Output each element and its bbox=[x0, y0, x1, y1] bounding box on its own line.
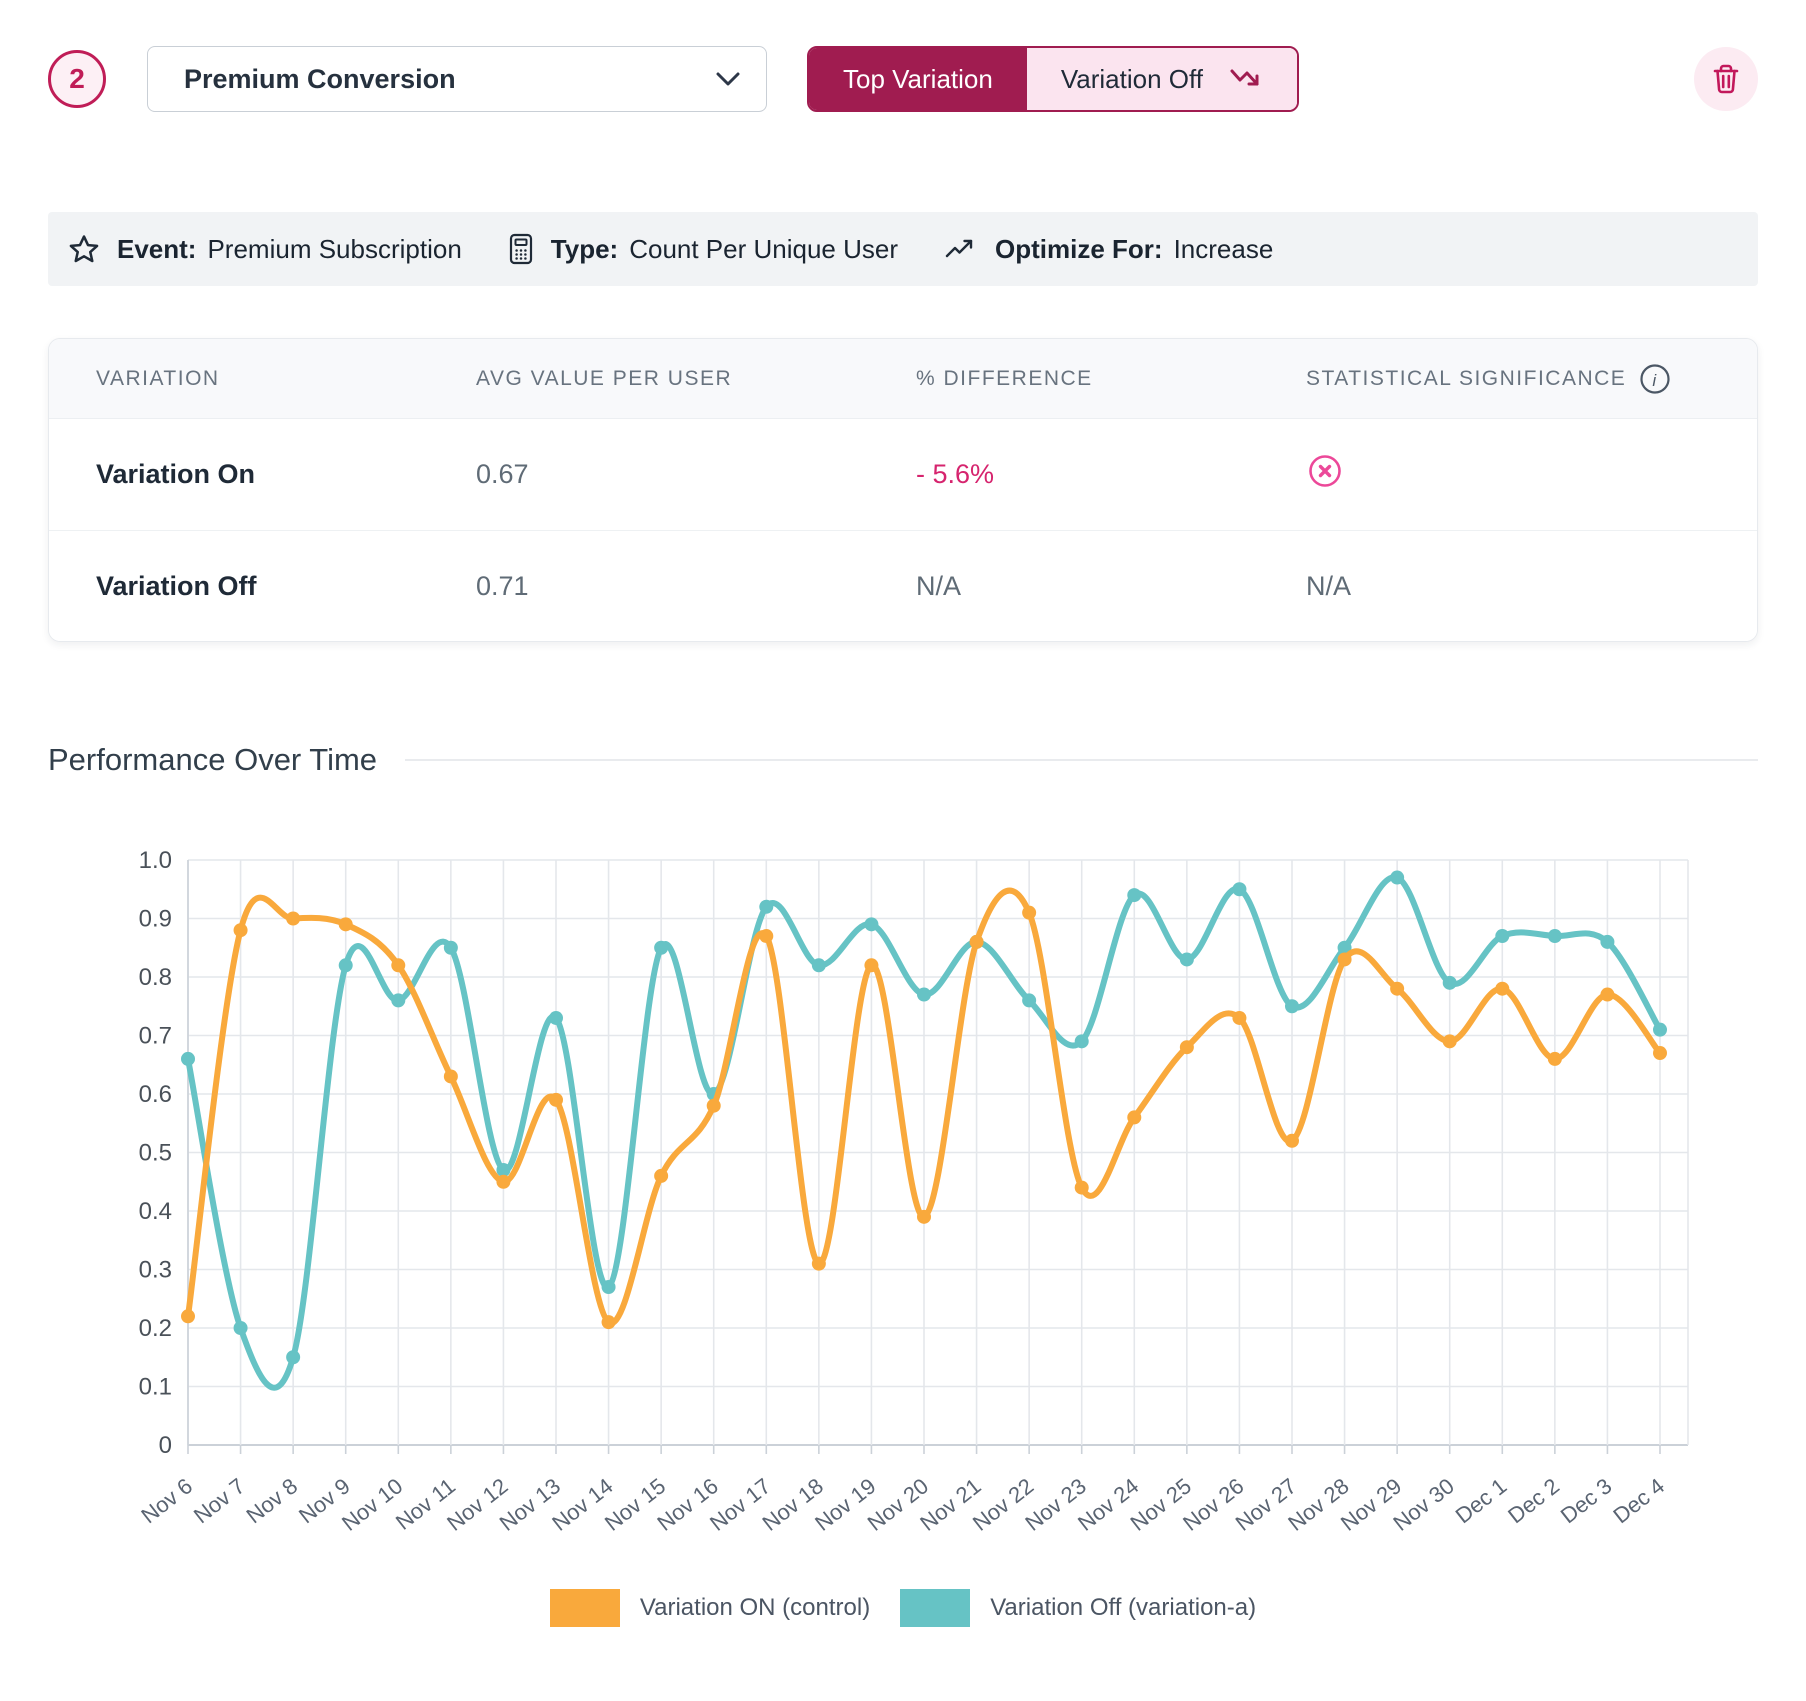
svg-text:Dec 4: Dec 4 bbox=[1608, 1473, 1669, 1528]
performance-line-chart: Nov 6Nov 7Nov 8Nov 9Nov 10Nov 11Nov 12No… bbox=[48, 840, 1758, 1670]
row-variation-name: Variation Off bbox=[49, 571, 429, 602]
svg-text:0.2: 0.2 bbox=[139, 1315, 172, 1342]
legend-item-variation-off: Variation Off (variation-a) bbox=[900, 1589, 1256, 1627]
svg-text:1.0: 1.0 bbox=[139, 847, 172, 874]
svg-text:i: i bbox=[1653, 371, 1658, 390]
chevron-down-icon bbox=[716, 72, 740, 87]
row-difference: - 5.6% bbox=[869, 459, 1259, 490]
col-avg-value: AVG VALUE PER USER bbox=[429, 367, 869, 391]
svg-text:Nov 30: Nov 30 bbox=[1388, 1473, 1458, 1536]
svg-text:0.4: 0.4 bbox=[139, 1198, 172, 1225]
row-significance: N/A bbox=[1259, 571, 1757, 602]
results-table: VARIATION AVG VALUE PER USER % DIFFERENC… bbox=[48, 338, 1758, 642]
optimize-info: Optimize For: Increase bbox=[944, 234, 1273, 265]
svg-text:0.9: 0.9 bbox=[139, 906, 172, 933]
trending-up-icon bbox=[944, 237, 978, 261]
calculator-icon bbox=[508, 233, 534, 265]
legend-label: Variation ON (control) bbox=[640, 1594, 870, 1622]
chart-section-title: Performance Over Time bbox=[48, 742, 377, 778]
svg-text:Nov 7: Nov 7 bbox=[189, 1473, 250, 1528]
table-row: Variation Off 0.71 N/A N/A bbox=[49, 530, 1757, 641]
experiment-results-panel: 2 Premium Conversion Top Variation Varia… bbox=[0, 45, 1806, 1627]
type-value: Count Per Unique User bbox=[629, 234, 898, 265]
variation-toggle-group: Top Variation Variation Off bbox=[807, 46, 1299, 112]
svg-text:0: 0 bbox=[159, 1432, 172, 1459]
svg-text:Dec 1: Dec 1 bbox=[1451, 1473, 1512, 1528]
row-significance bbox=[1259, 452, 1757, 497]
event-label: Event: bbox=[117, 234, 196, 265]
table-row: Variation On 0.67 - 5.6% bbox=[49, 419, 1757, 530]
legend-item-variation-on: Variation ON (control) bbox=[550, 1589, 870, 1627]
metric-dropdown[interactable]: Premium Conversion bbox=[147, 46, 767, 112]
svg-text:Nov 10: Nov 10 bbox=[337, 1473, 407, 1536]
svg-text:0.8: 0.8 bbox=[139, 964, 172, 991]
table-header-row: VARIATION AVG VALUE PER USER % DIFFERENC… bbox=[49, 339, 1757, 419]
optimize-value: Increase bbox=[1174, 234, 1274, 265]
toggle-top-variation[interactable]: Top Variation bbox=[809, 48, 1027, 110]
metric-dropdown-value: Premium Conversion bbox=[184, 64, 456, 95]
col-variation: VARIATION bbox=[49, 367, 429, 391]
svg-text:0.1: 0.1 bbox=[139, 1374, 172, 1401]
top-control-row: 2 Premium Conversion Top Variation Varia… bbox=[48, 45, 1758, 113]
row-variation-name: Variation On bbox=[49, 459, 429, 490]
performance-chart: Nov 6Nov 7Nov 8Nov 9Nov 10Nov 11Nov 12No… bbox=[48, 840, 1758, 1627]
type-info: Type: Count Per Unique User bbox=[508, 233, 898, 265]
event-info: Event: Premium Subscription bbox=[68, 234, 462, 265]
col-significance: STATISTICAL SIGNIFICANCE i bbox=[1259, 362, 1757, 396]
svg-text:0.7: 0.7 bbox=[139, 1023, 172, 1050]
svg-text:0.3: 0.3 bbox=[139, 1257, 172, 1284]
legend-label: Variation Off (variation-a) bbox=[990, 1594, 1256, 1622]
optimize-label: Optimize For: bbox=[995, 234, 1163, 265]
trending-down-zigzag-icon bbox=[1229, 66, 1263, 92]
svg-text:Dec 2: Dec 2 bbox=[1503, 1473, 1564, 1528]
svg-text:Dec 3: Dec 3 bbox=[1556, 1473, 1617, 1528]
chart-section-header: Performance Over Time bbox=[48, 742, 1758, 778]
toggle-variation-off[interactable]: Variation Off bbox=[1027, 48, 1297, 110]
metric-info-bar: Event: Premium Subscription Type: Count … bbox=[48, 212, 1758, 286]
type-label: Type: bbox=[551, 234, 618, 265]
toggle-variation-off-label: Variation Off bbox=[1061, 64, 1203, 95]
not-significant-icon bbox=[1306, 452, 1344, 490]
svg-text:Nov 6: Nov 6 bbox=[136, 1473, 197, 1528]
step-number-badge: 2 bbox=[48, 50, 106, 108]
col-difference: % DIFFERENCE bbox=[869, 367, 1259, 391]
info-icon[interactable]: i bbox=[1638, 362, 1672, 396]
legend-swatch-orange bbox=[550, 1589, 620, 1627]
legend-swatch-teal bbox=[900, 1589, 970, 1627]
event-value: Premium Subscription bbox=[207, 234, 461, 265]
star-icon bbox=[68, 234, 100, 265]
svg-text:0.6: 0.6 bbox=[139, 1081, 172, 1108]
row-avg-value: 0.71 bbox=[429, 571, 869, 602]
svg-text:0.5: 0.5 bbox=[139, 1140, 172, 1167]
col-significance-label: STATISTICAL SIGNIFICANCE bbox=[1306, 367, 1626, 391]
delete-metric-button[interactable] bbox=[1694, 47, 1758, 111]
svg-text:Nov 8: Nov 8 bbox=[242, 1473, 303, 1528]
section-divider bbox=[405, 759, 1758, 761]
row-difference: N/A bbox=[869, 571, 1259, 602]
row-avg-value: 0.67 bbox=[429, 459, 869, 490]
trash-icon bbox=[1711, 63, 1741, 95]
